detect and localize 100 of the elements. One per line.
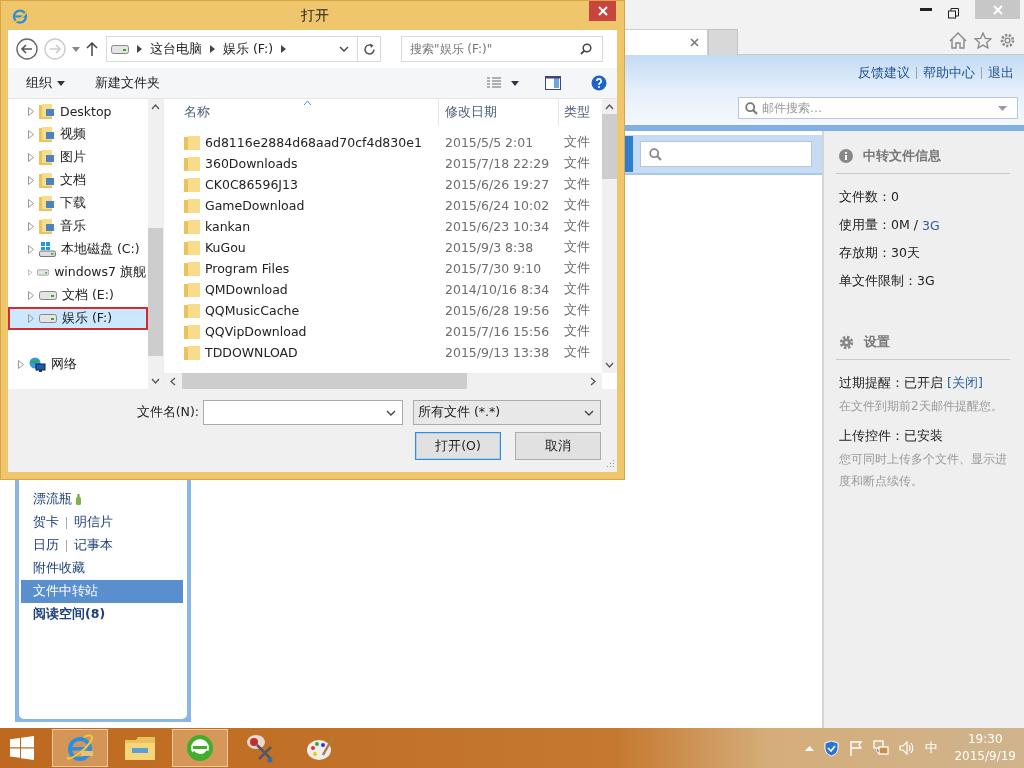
expand-arrow-icon[interactable] [28, 130, 34, 139]
file-name[interactable]: QQMusicCache [205, 303, 300, 318]
header-link[interactable]: 反馈建议 [858, 64, 910, 82]
breadcrumb-item[interactable]: 娱乐 (F:) [223, 40, 274, 58]
scroll-down-icon[interactable] [151, 378, 160, 384]
column-header[interactable]: 名称 [164, 99, 439, 126]
scroll-thumb[interactable] [148, 228, 163, 356]
scroll-up-icon[interactable] [151, 104, 160, 110]
chevron-down-icon[interactable] [339, 46, 349, 52]
file-name[interactable]: QMDownload [205, 282, 288, 297]
sidebar-link[interactable]: 贺卡 [33, 514, 59, 531]
file-name[interactable]: Program Files [205, 261, 290, 276]
search-field[interactable] [640, 141, 812, 167]
caret-icon[interactable] [511, 80, 519, 86]
nav-item[interactable]: windows7 旗舰 [8, 261, 148, 284]
mail-search-field[interactable]: 邮件搜索… [762, 101, 994, 115]
nav-item[interactable]: Desktop [8, 100, 148, 123]
preview-pane-icon[interactable] [545, 76, 561, 90]
file-name[interactable]: 6d8116e2884d68aad70cf4d830e1 [205, 135, 422, 150]
minimize-icon[interactable] [920, 8, 932, 12]
flag-icon[interactable] [849, 740, 864, 756]
settings-icon[interactable] [999, 32, 1016, 49]
mail-search-box[interactable]: 邮件搜索… [738, 97, 1018, 119]
expand-arrow-icon[interactable] [28, 153, 34, 162]
header-link[interactable]: 退出 [988, 64, 1014, 82]
caret-up-icon[interactable] [805, 745, 815, 751]
sidebar-link[interactable]: 明信片 [74, 514, 113, 531]
filename-field[interactable] [203, 400, 403, 425]
shield-icon[interactable] [824, 739, 840, 757]
search-field[interactable]: 搜索"娱乐 (F:)" [410, 42, 580, 56]
scroll-right-icon[interactable] [590, 376, 596, 386]
up-arrow-icon[interactable] [86, 42, 98, 56]
file-type-dropdown[interactable]: 所有文件 (*.*) [413, 400, 601, 425]
nav-item[interactable]: 文档 [8, 169, 148, 192]
header-link[interactable]: 帮助中心 [923, 64, 975, 82]
expand-arrow-icon[interactable] [28, 268, 33, 277]
dialog-button[interactable]: 打开(O) [415, 432, 501, 460]
file-name[interactable]: 360Downloads [205, 156, 298, 171]
back-icon[interactable] [16, 38, 38, 60]
expand-arrow-icon[interactable] [28, 291, 34, 300]
nav-item[interactable]: 本地磁盘 (C:) [8, 238, 148, 261]
column-header[interactable]: 类型 [559, 99, 602, 126]
forward-icon[interactable] [44, 38, 66, 60]
sidebar-item[interactable]: 阅读空间(8) [21, 603, 183, 626]
scroll-up-icon[interactable] [605, 104, 614, 110]
scrollbar[interactable] [148, 99, 163, 389]
info-link[interactable]: 3G [921, 217, 940, 233]
sidebar-link[interactable]: 记事本 [74, 537, 113, 554]
sidebar-item[interactable]: 附件收藏 [21, 557, 183, 580]
close-icon[interactable] [690, 38, 699, 47]
sidebar-link[interactable]: 日历 [33, 537, 59, 554]
column-header[interactable]: 修改日期 [439, 99, 559, 126]
file-name[interactable]: QQVipDownload [205, 324, 307, 339]
setting-link[interactable]: [关闭] [947, 375, 983, 392]
breadcrumb-item[interactable]: 这台电脑 [150, 40, 202, 58]
network-icon[interactable] [873, 740, 890, 756]
dialog-button[interactable]: 取消 [515, 432, 601, 460]
nav-item[interactable]: 文档 (E:) [8, 284, 148, 307]
file-name[interactable]: KuGou [205, 240, 246, 255]
expand-arrow-icon[interactable] [28, 314, 34, 323]
nav-item[interactable]: 视频 [8, 123, 148, 146]
volume-icon[interactable] [899, 740, 916, 756]
expand-arrow-icon[interactable] [28, 222, 34, 231]
file-name[interactable]: GameDownload [205, 198, 305, 213]
search-box[interactable]: 搜索"娱乐 (F:)" [401, 36, 603, 62]
file-name[interactable]: kankan [205, 219, 251, 234]
nav-item[interactable]: 音乐 [8, 215, 148, 238]
organize-button[interactable]: 组织 [26, 74, 65, 92]
expand-arrow-icon[interactable] [28, 199, 34, 208]
address-bar[interactable]: 这台电脑 娱乐 (F:) [106, 36, 381, 62]
view-list-icon[interactable] [487, 77, 501, 89]
file-name[interactable]: CK0C86596J13 [205, 177, 298, 192]
close-button[interactable] [589, 1, 616, 21]
nav-item[interactable]: 娱乐 (F:) [8, 307, 148, 330]
star-icon[interactable] [974, 32, 992, 49]
scroll-down-icon[interactable] [605, 362, 614, 368]
sidebar-item[interactable]: 漂流瓶 [21, 488, 183, 511]
scroll-thumb[interactable] [182, 373, 467, 389]
scrollbar[interactable] [164, 373, 602, 389]
nav-item[interactable]: 下载 [8, 192, 148, 215]
home-icon[interactable] [949, 32, 967, 49]
chevron-icon[interactable] [281, 45, 287, 53]
scrollbar[interactable] [602, 99, 617, 373]
taskbar-button[interactable] [172, 729, 228, 767]
nav-item[interactable]: 网络 [8, 353, 148, 376]
scroll-left-icon[interactable] [170, 376, 176, 386]
resize-grip-icon[interactable] [605, 458, 615, 468]
help-icon[interactable] [591, 75, 607, 91]
chevron-down-icon[interactable] [386, 409, 396, 416]
expand-arrow-icon[interactable] [28, 245, 34, 254]
scroll-thumb[interactable] [602, 114, 617, 179]
nav-item[interactable]: 图片 [8, 146, 148, 169]
expand-arrow-icon[interactable] [28, 176, 34, 185]
chevron-icon[interactable] [137, 45, 142, 53]
file-name[interactable]: TDDOWNLOAD [205, 345, 298, 360]
chevron-icon[interactable] [210, 45, 215, 53]
restore-icon[interactable] [948, 8, 959, 19]
new-folder-button[interactable]: 新建文件夹 [95, 74, 160, 92]
expand-arrow-icon[interactable] [28, 107, 34, 116]
expand-arrow-icon[interactable] [18, 360, 24, 369]
